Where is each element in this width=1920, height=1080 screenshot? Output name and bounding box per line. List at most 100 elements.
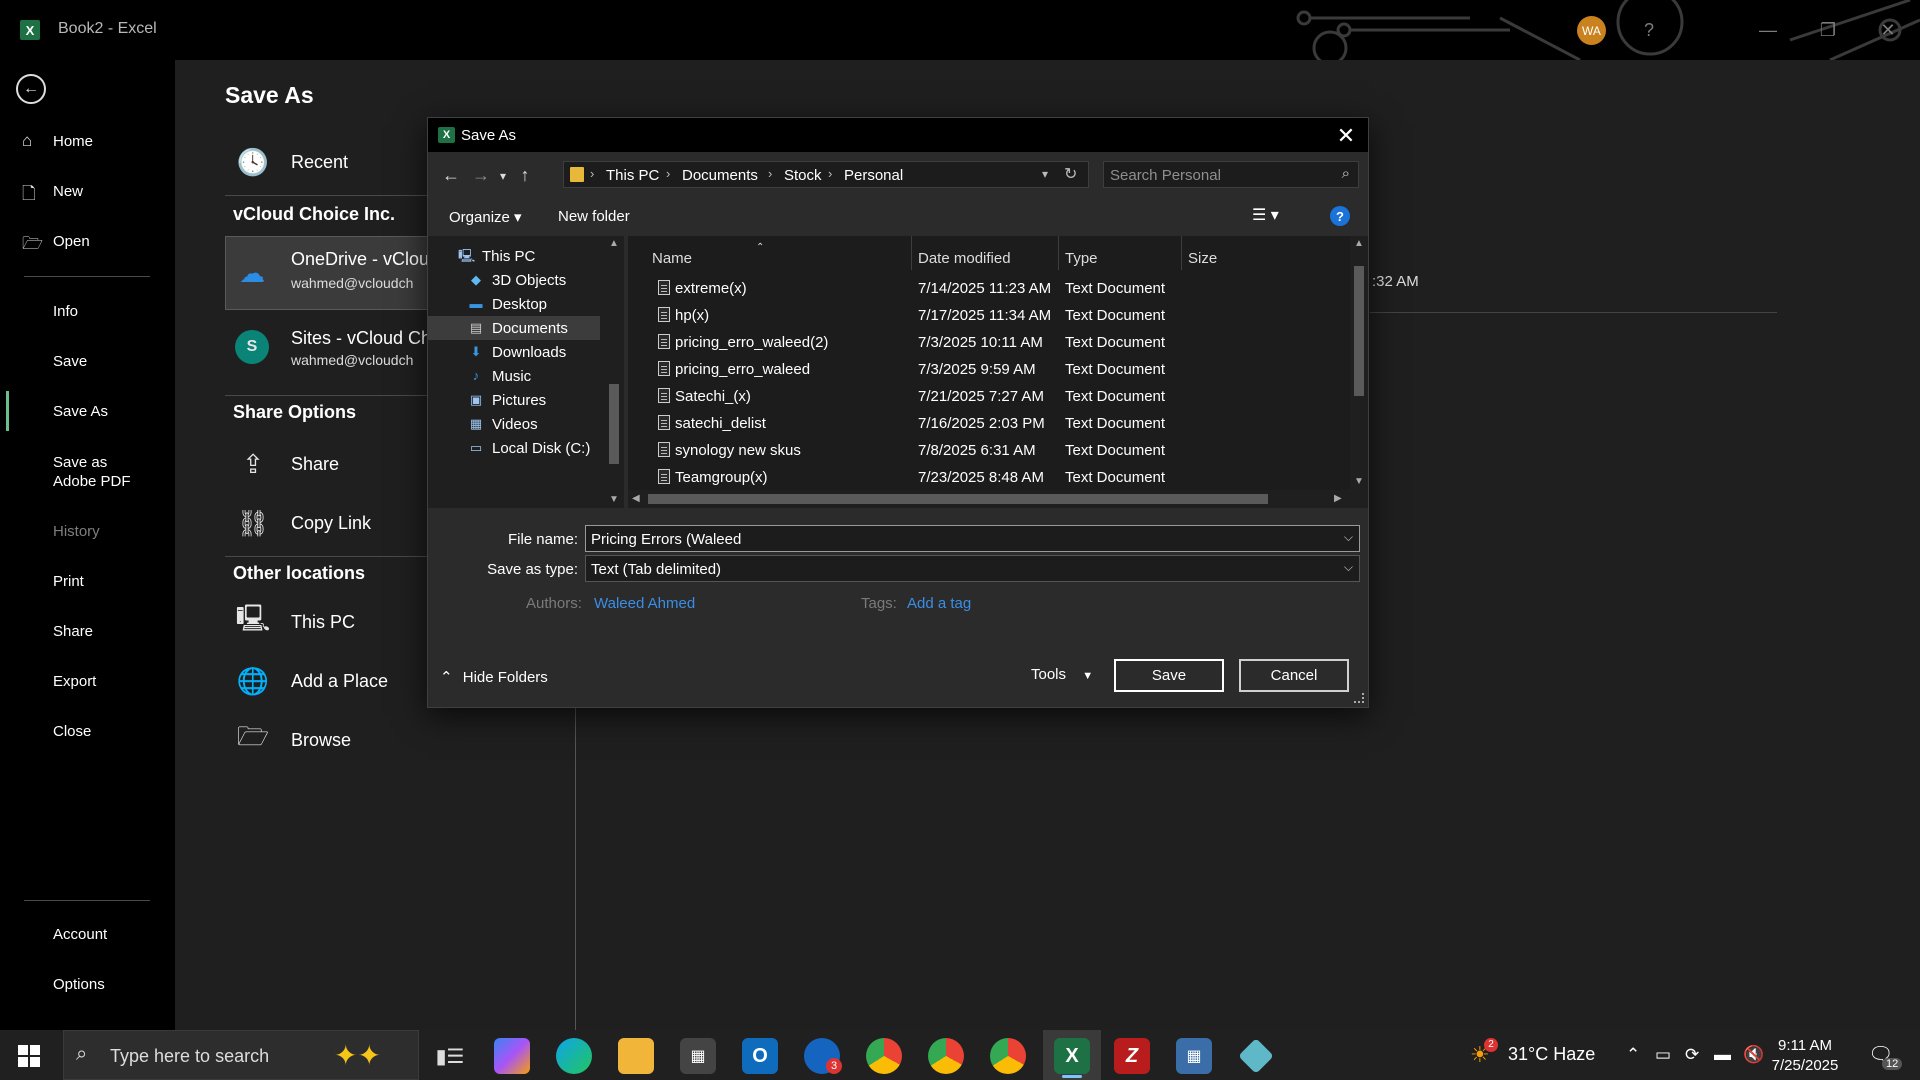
nav-export[interactable]: Export [53, 673, 96, 690]
excel-icon[interactable]: X [1054, 1038, 1090, 1074]
scroll-left-icon[interactable]: ◀ [632, 493, 640, 504]
file-row[interactable]: hp(x) 7/17/2025 11:34 AM Text Document [628, 302, 1350, 329]
address-bar[interactable]: › This PC › Documents › Stock › Personal… [563, 161, 1089, 188]
forward-arrow-icon[interactable]: → [470, 165, 492, 186]
hide-folders-button[interactable]: ⌃ Hide Folders [440, 668, 548, 686]
authors-value[interactable]: Waleed Ahmed [594, 595, 695, 612]
copilot-icon[interactable] [494, 1038, 530, 1074]
resize-grip-icon[interactable] [1354, 693, 1364, 703]
chrome-icon[interactable] [866, 1038, 902, 1074]
chevron-down-icon[interactable]: ⌵ [1344, 560, 1353, 575]
scroll-down-icon[interactable]: ▼ [1354, 476, 1364, 487]
nav-open[interactable]: Open [53, 233, 90, 250]
column-header-size[interactable]: Size [1188, 250, 1217, 267]
microsoft-store-icon[interactable]: ▦ [680, 1038, 716, 1074]
new-folder-button[interactable]: New folder [558, 208, 630, 225]
tree-scrollbar[interactable]: ▲ ▼ [605, 236, 623, 508]
display-icon[interactable]: ▭ [1655, 1045, 1671, 1065]
column-header-type[interactable]: Type [1065, 250, 1098, 267]
address-dropdown-icon[interactable]: ▾ [1042, 167, 1048, 181]
search-input[interactable] [1110, 166, 1320, 184]
file-list-vertical-scrollbar[interactable]: ▲ ▼ [1350, 236, 1368, 508]
nav-info[interactable]: Info [53, 303, 78, 320]
dialog-titlebar[interactable]: X Save As ✕ [428, 118, 1368, 152]
file-list-horizontal-scrollbar[interactable]: ◀ ▶ [628, 490, 1350, 508]
tree-item-3d-objects[interactable]: ◆ 3D Objects [428, 268, 600, 292]
help-icon[interactable]: ? [1330, 206, 1350, 226]
file-row[interactable]: satechi_delist 7/16/2025 2:03 PM Text Do… [628, 410, 1350, 437]
tree-item-local-disk[interactable]: ▭ Local Disk (C:) [428, 436, 600, 460]
nav-save-as-adobe-pdf[interactable]: Save as Adobe PDF [53, 453, 131, 491]
file-row[interactable]: pricing_erro_waleed 7/3/2025 9:59 AM Tex… [628, 356, 1350, 383]
nav-account[interactable]: Account [53, 926, 107, 943]
file-row[interactable]: pricing_erro_waleed(2) 7/3/2025 10:11 AM… [628, 329, 1350, 356]
breadcrumb-documents[interactable]: Documents [682, 167, 758, 184]
location-browse[interactable]: 🗁 Browse [225, 718, 475, 762]
nav-home[interactable]: Home [53, 133, 93, 150]
file-row[interactable]: Teamgroup(x) 7/23/2025 8:48 AM Text Docu… [628, 464, 1350, 491]
user-avatar[interactable]: WA [1577, 16, 1606, 45]
scrollbar-thumb[interactable] [648, 494, 1268, 504]
scroll-down-icon[interactable]: ▼ [609, 494, 619, 505]
file-row[interactable]: extreme(x) 7/14/2025 11:23 AM Text Docum… [628, 275, 1350, 302]
file-row[interactable]: synology new skus 7/8/2025 6:31 AM Text … [628, 437, 1350, 464]
scroll-up-icon[interactable]: ▲ [1354, 238, 1364, 249]
breadcrumb-stock[interactable]: Stock [784, 167, 822, 184]
battery-icon[interactable]: ▬ [1714, 1045, 1731, 1065]
taskbar-clock[interactable]: 9:11 AM 7/25/2025 [1765, 1036, 1845, 1076]
help-icon[interactable]: ? [1637, 18, 1661, 42]
chrome-icon[interactable] [990, 1038, 1026, 1074]
taskbar-search[interactable]: ⌕ Type here to search ✦✦ [63, 1030, 419, 1080]
tree-item-documents[interactable]: ▤ Documents [428, 316, 600, 340]
windows-start-icon[interactable] [18, 1045, 40, 1067]
column-header-name[interactable]: Name [652, 250, 692, 267]
scroll-up-icon[interactable]: ▲ [609, 238, 619, 249]
tree-item-videos[interactable]: ▦ Videos [428, 412, 600, 436]
tree-item-pictures[interactable]: ▣ Pictures [428, 388, 600, 412]
back-button[interactable]: ← [16, 74, 46, 104]
cancel-button[interactable]: Cancel [1239, 659, 1349, 692]
up-arrow-icon[interactable]: ↑ [514, 165, 536, 186]
breadcrumb-this-pc[interactable]: This PC [606, 167, 659, 184]
refresh-icon[interactable]: ↻ [1064, 164, 1077, 184]
tools-button[interactable]: Tools ▼ [1031, 666, 1093, 683]
volume-muted-icon[interactable]: 🔇 [1743, 1045, 1764, 1065]
breadcrumb-personal[interactable]: Personal [844, 167, 903, 184]
nav-print[interactable]: Print [53, 573, 84, 590]
sync-icon[interactable]: ⟳ [1685, 1045, 1699, 1065]
nav-new[interactable]: New [53, 183, 83, 200]
save-button[interactable]: Save [1114, 659, 1224, 692]
edge-browser-icon[interactable] [556, 1038, 592, 1074]
chevron-up-icon[interactable]: ⌃ [1626, 1045, 1640, 1065]
tree-item-music[interactable]: ♪ Music [428, 364, 600, 388]
outlook-icon[interactable]: O [742, 1038, 778, 1074]
task-view-icon[interactable]: ▮☰ [432, 1038, 468, 1074]
minimize-icon[interactable]: — [1756, 18, 1780, 42]
organize-button[interactable]: Organize ▾ [449, 208, 522, 226]
filezilla-icon[interactable]: Z [1114, 1038, 1150, 1074]
nav-save-as[interactable]: Save As [53, 403, 108, 420]
restore-icon[interactable]: ❐ [1816, 18, 1840, 42]
view-options-icon[interactable]: ☰ ▾ [1252, 205, 1279, 225]
nav-close[interactable]: Close [53, 723, 91, 740]
nav-options[interactable]: Options [53, 976, 105, 993]
back-arrow-icon[interactable]: ← [440, 165, 462, 186]
scroll-right-icon[interactable]: ▶ [1334, 493, 1342, 504]
column-header-date-modified[interactable]: Date modified [918, 250, 1011, 267]
scrollbar-thumb[interactable] [609, 384, 619, 464]
save-as-type-select[interactable]: Text (Tab delimited) ⌵ [585, 555, 1360, 582]
file-name-field[interactable]: Pricing Errors (Waleed ⌵ [585, 525, 1360, 552]
recent-locations-chevron-icon[interactable]: ▾ [492, 169, 514, 183]
file-row[interactable]: Satechi_(x) 7/21/2025 7:27 AM Text Docum… [628, 383, 1350, 410]
tree-item-this-pc[interactable]: 🖳 This PC [428, 244, 600, 268]
tree-item-downloads[interactable]: ⬇ Downloads [428, 340, 600, 364]
scrollbar-thumb[interactable] [1354, 266, 1364, 396]
close-window-icon[interactable]: ✕ [1876, 18, 1900, 42]
chrome-icon[interactable] [928, 1038, 964, 1074]
tags-add-link[interactable]: Add a tag [907, 595, 971, 612]
tree-item-desktop[interactable]: ▬ Desktop [428, 292, 600, 316]
nav-share[interactable]: Share [53, 623, 93, 640]
close-icon[interactable]: ✕ [1334, 123, 1358, 149]
nav-save[interactable]: Save [53, 353, 87, 370]
calculator-icon[interactable]: ▦ [1176, 1038, 1212, 1074]
